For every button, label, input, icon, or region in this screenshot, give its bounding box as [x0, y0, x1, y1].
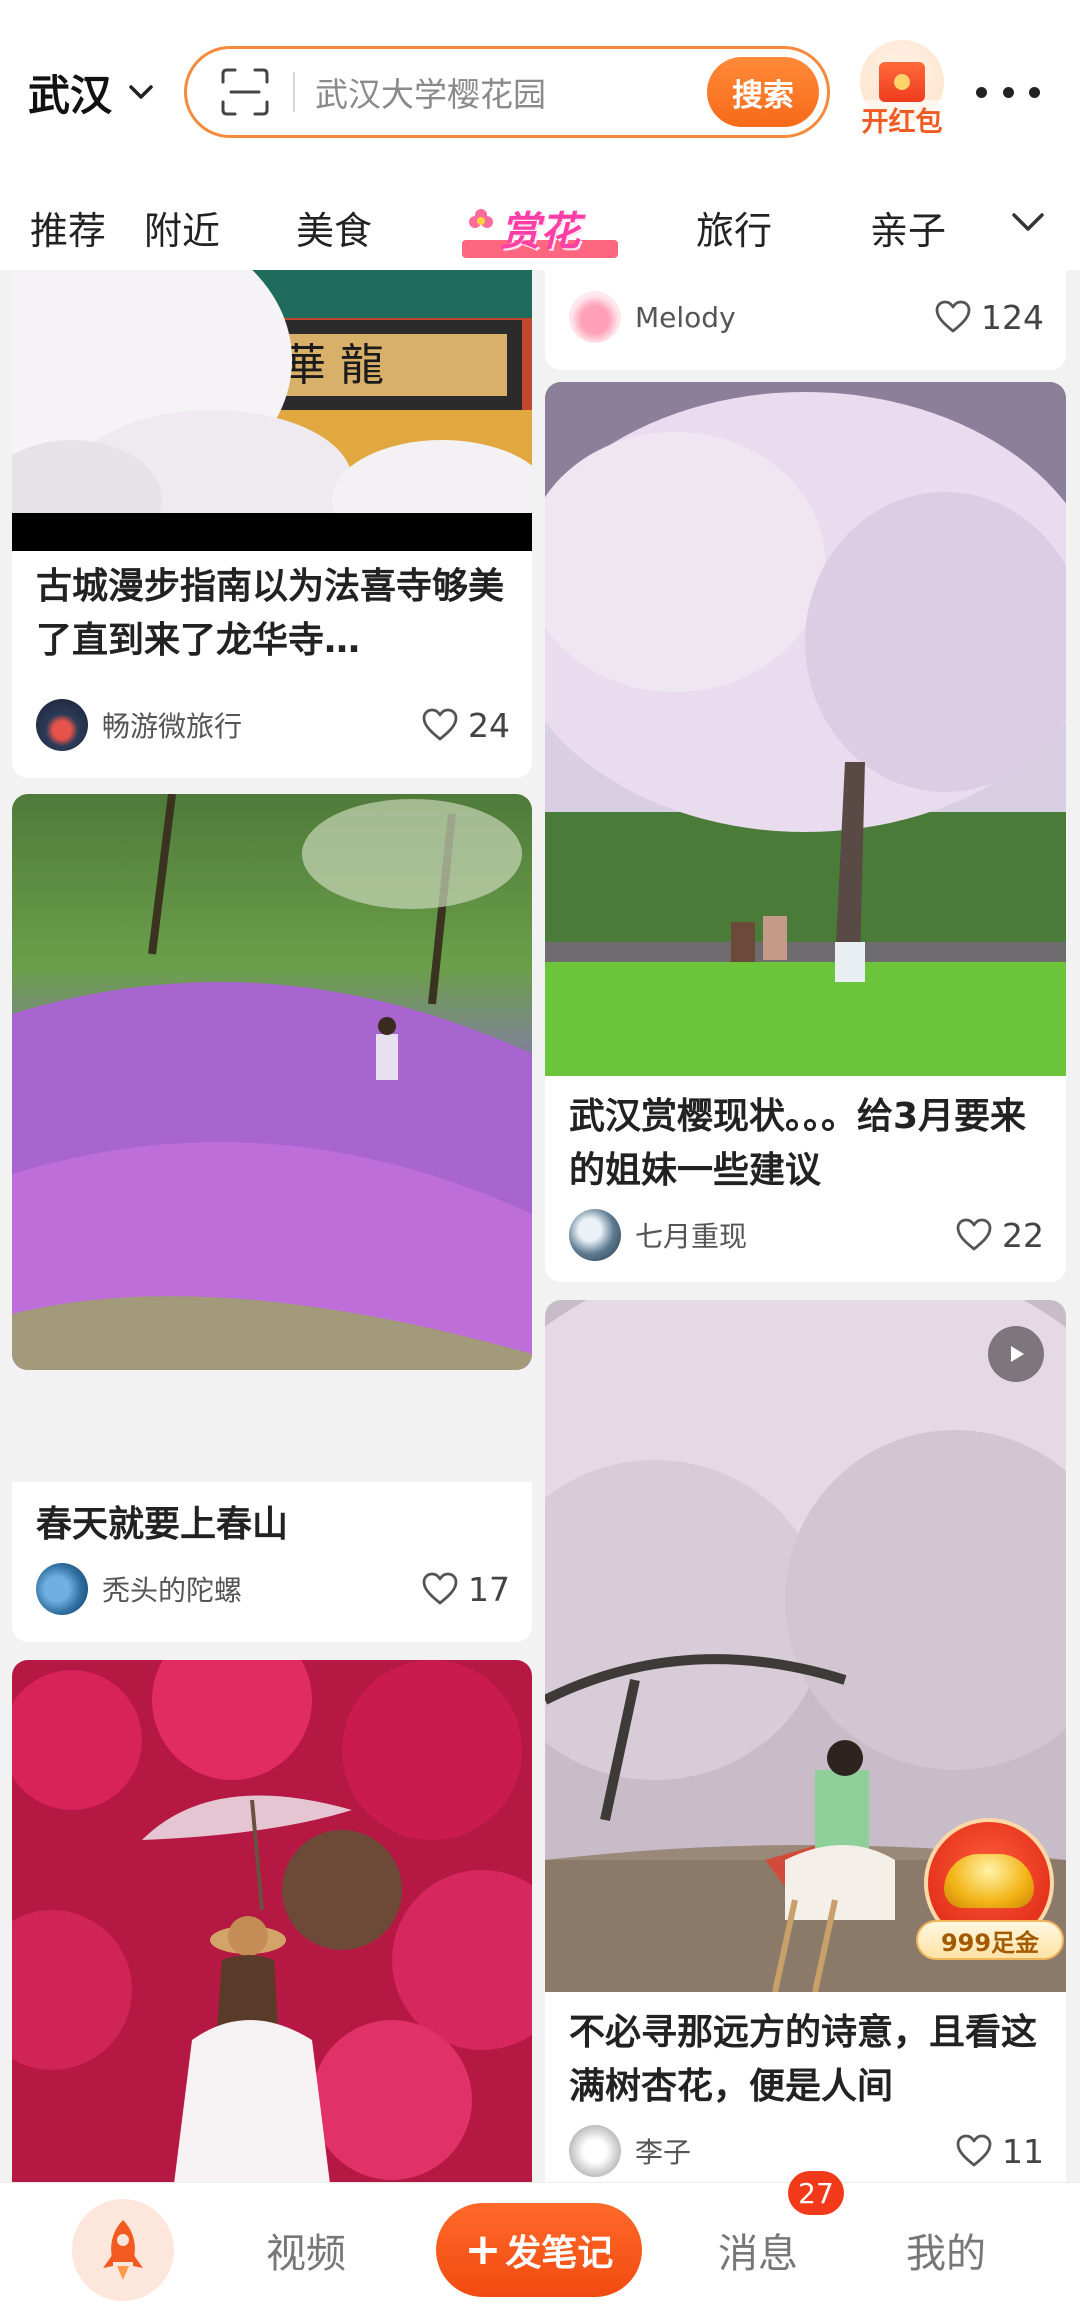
more-icon[interactable] — [976, 72, 1040, 112]
author-name[interactable]: 畅游微旅行 — [102, 705, 420, 745]
note-meta: Melody 124 — [569, 290, 1044, 344]
like-count: 22 — [1002, 1215, 1044, 1255]
like-button[interactable]: 17 — [420, 1569, 510, 1609]
top-header: 武汉 武汉大学樱花园 搜索 开红包 推荐 附近 美食 赏花 旅行 亲子 — [0, 0, 1080, 270]
like-count: 11 — [1002, 2131, 1044, 2171]
note-meta: 秃头的陀螺 17 — [36, 1562, 510, 1616]
author-name[interactable]: 秃头的陀螺 — [102, 1569, 420, 1609]
heart-icon — [956, 2134, 992, 2167]
like-button[interactable]: 124 — [933, 297, 1044, 337]
note-card[interactable]: 武汉赏樱现状。。。给3月要来的姐妹一些建议 七月重现 22 — [545, 382, 1066, 1282]
search-input[interactable]: 武汉大学樱花园 — [315, 68, 707, 116]
note-image — [12, 1660, 532, 2182]
publish-note-button[interactable]: + 发笔记 — [436, 2203, 642, 2297]
author-name[interactable]: 李子 — [635, 2131, 954, 2171]
note-image: 華 龍 — [12, 270, 532, 550]
search-bar[interactable]: 武汉大学樱花园 搜索 — [184, 46, 830, 138]
heart-icon — [422, 708, 458, 741]
tab-flowers-label: 赏花 — [500, 209, 580, 255]
tab-recommend[interactable]: 推荐 — [30, 200, 106, 255]
scan-icon[interactable] — [219, 66, 271, 118]
flower-icon — [469, 209, 493, 228]
note-card[interactable]: 不必寻那远方的诗意，且看这满树杏花，便是人间 李子 11 — [545, 1300, 1066, 2182]
top-bar: 武汉 武汉大学樱花园 搜索 开红包 — [0, 40, 1080, 145]
tab-family[interactable]: 亲子 — [870, 200, 946, 255]
tab-travel[interactable]: 旅行 — [696, 200, 772, 255]
heart-icon — [422, 1572, 458, 1605]
rocket-icon — [103, 2220, 143, 2280]
search-divider — [293, 72, 295, 112]
note-image — [12, 794, 532, 1370]
note-meta: 李子 11 — [569, 2124, 1044, 2178]
search-button[interactable]: 搜索 — [707, 57, 819, 127]
bottom-nav: 视频 + 发笔记 消息 27 我的 — [0, 2171, 1080, 2312]
note-card[interactable]: Melody 124 — [545, 270, 1066, 370]
note-image — [545, 382, 1066, 1076]
avatar[interactable] — [569, 291, 621, 343]
like-count: 24 — [468, 705, 510, 745]
note-card[interactable] — [12, 1660, 532, 2182]
like-count: 17 — [468, 1569, 510, 1609]
nav-me[interactable]: 我的 — [906, 2221, 986, 2279]
publish-label: 发笔记 — [505, 2233, 614, 2274]
nav-messages[interactable]: 消息 — [718, 2221, 798, 2279]
city-name: 武汉 — [28, 70, 113, 120]
avatar[interactable] — [569, 1209, 621, 1261]
author-name[interactable]: 七月重现 — [635, 1215, 954, 1255]
gold-ingot-icon — [944, 1854, 1034, 1908]
gold-badge-label: 999足金 — [916, 1920, 1064, 1960]
avatar[interactable] — [36, 699, 88, 751]
note-title: 不必寻那远方的诗意，且看这满树杏花，便是人间 — [569, 2012, 1038, 2107]
play-icon — [988, 1326, 1044, 1382]
like-button[interactable]: 24 — [420, 705, 510, 745]
gold-promo-badge[interactable]: 999足金 — [916, 1818, 1064, 1966]
tab-nearby[interactable]: 附近 — [144, 200, 220, 255]
plus-icon: + — [464, 2224, 502, 2275]
note-meta: 畅游微旅行 24 — [36, 698, 510, 752]
tab-food[interactable]: 美食 — [296, 200, 372, 255]
category-tabs: 推荐 附近 美食 赏花 旅行 亲子 — [0, 180, 1080, 270]
city-selector[interactable]: 武汉 — [28, 62, 156, 122]
note-title: 春天就要上春山 — [36, 1504, 289, 1545]
note-card[interactable]: 春天就要上春山 — [12, 794, 532, 1370]
tab-flowers[interactable]: 赏花 — [462, 198, 618, 258]
nav-home[interactable] — [72, 2199, 174, 2301]
note-title: 古城漫步指南以为法喜寺够美了直到来了龙华寺… — [36, 566, 505, 661]
nav-video[interactable]: 视频 — [266, 2221, 346, 2279]
like-button[interactable]: 11 — [954, 2131, 1044, 2171]
note-meta: 七月重现 22 — [569, 1208, 1044, 1262]
red-packet-button[interactable]: 开红包 — [852, 40, 952, 140]
avatar[interactable] — [569, 2125, 621, 2177]
chevron-down-icon[interactable] — [1006, 200, 1050, 244]
red-packet-label: 开红包 — [857, 100, 947, 139]
like-button[interactable]: 22 — [954, 1215, 1044, 1255]
heart-icon — [935, 300, 971, 333]
note-card[interactable]: 華 龍 古城漫步指南以为法喜寺够美了直到来了龙华寺… 畅游微旅行 24 — [12, 270, 532, 778]
image-letterbox — [12, 513, 532, 551]
messages-badge: 27 — [788, 2171, 844, 2215]
heart-icon — [956, 1218, 992, 1251]
like-count: 124 — [981, 297, 1044, 337]
author-name[interactable]: Melody — [635, 301, 933, 334]
avatar[interactable] — [36, 1563, 88, 1615]
note-card-footer[interactable]: 春天就要上春山 秃头的陀螺 17 — [12, 1482, 532, 1642]
chevron-down-icon — [129, 85, 153, 99]
svg-text:華 龍: 華 龍 — [282, 340, 384, 391]
note-title: 武汉赏樱现状。。。给3月要来的姐妹一些建议 — [569, 1096, 1027, 1191]
